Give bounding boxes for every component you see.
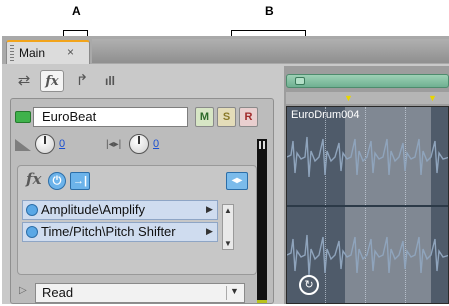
mute-button[interactable]: M (195, 107, 214, 127)
effect-slot-2[interactable]: Time/Pitch\Pitch Shifter ▶ (22, 222, 218, 242)
effect-slot-1[interactable]: Amplitude\Amplify ▶ (22, 200, 218, 220)
pan-value[interactable]: 0 (153, 138, 159, 150)
eq-icon[interactable]: ıll (98, 70, 122, 92)
effects-rack-label: fx (26, 170, 42, 188)
track-color-icon (15, 111, 31, 123)
mixer-window: Main × ⇄ fx ↱ ıll EuroBeat M S R 0 |◂▸| … (2, 36, 449, 304)
slot-power-icon[interactable] (26, 204, 38, 216)
record-arm-button[interactable]: R (239, 107, 258, 127)
scroll-up-icon[interactable]: ▲ (224, 206, 232, 215)
callout-b-label: B (265, 4, 274, 18)
waveform-top (287, 136, 448, 178)
chevron-right-icon[interactable]: ▶ (206, 226, 213, 237)
automation-row: ▷ Read ▼ (11, 283, 256, 305)
tab-grip-icon[interactable] (10, 45, 14, 61)
track-lane[interactable]: EuroDrum004 ↻ (286, 106, 449, 304)
rack-power-icon[interactable]: ⏻ (48, 172, 66, 190)
expand-triangle-icon[interactable]: ▷ (19, 285, 27, 296)
solo-button[interactable]: S (217, 107, 236, 127)
effect-slot-1-label: Amplitude\Amplify (41, 202, 146, 217)
volume-pan-row: 0 |◂▸| 0 (11, 133, 256, 157)
clip-name: EuroDrum004 (291, 109, 360, 121)
loop-start-marker[interactable]: ▼ (344, 93, 353, 103)
tab-strip-fill (92, 39, 449, 63)
volume-icon (15, 139, 31, 151)
effect-slot-2-label: Time/Pitch\Pitch Shifter (41, 224, 176, 239)
loop-end-marker[interactable]: ▼ (428, 93, 437, 103)
send-icon[interactable]: ↱ (70, 70, 94, 92)
tab-main[interactable]: Main × (6, 40, 90, 64)
rack-meter-icon[interactable]: ◂▸ (226, 172, 248, 190)
callout-a-label: A (72, 4, 81, 18)
tab-main-label: Main (19, 46, 46, 60)
meter-floor (257, 300, 267, 303)
fx-toggle-button[interactable]: fx (40, 70, 64, 92)
zoom-navigator-handle[interactable] (295, 77, 305, 85)
volume-value[interactable]: 0 (59, 138, 65, 150)
meter-peak-indicator (259, 141, 265, 149)
loop-clip-icon[interactable]: ↻ (299, 275, 319, 295)
pan-icon: |◂▸| (106, 139, 122, 150)
track-controls-toolbar: ⇄ fx ↱ ıll (10, 66, 272, 96)
scroll-down-icon[interactable]: ▼ (224, 239, 232, 248)
pan-knob[interactable] (129, 134, 149, 154)
automation-mode-value: Read (42, 285, 74, 300)
close-icon[interactable]: × (67, 45, 74, 59)
pre-fader-icon[interactable]: →| (70, 172, 90, 190)
chevron-down-icon[interactable]: ▼ (226, 286, 242, 300)
channel-divider (287, 205, 448, 207)
io-arrows-icon[interactable]: ⇄ (12, 70, 36, 92)
track-header: EuroBeat M S R 0 |◂▸| 0 fx ⏻ →| ◂▸ Ampli… (10, 98, 274, 304)
level-meter (257, 139, 267, 303)
effects-scrollbar[interactable]: ▲ ▼ (222, 204, 234, 250)
chevron-right-icon[interactable]: ▶ (206, 204, 213, 215)
volume-knob[interactable] (35, 134, 55, 154)
zoom-navigator[interactable] (286, 74, 449, 88)
effects-rack: fx ⏻ →| ◂▸ Amplitude\Amplify ▶ Time/Pitc… (17, 165, 257, 275)
timeline-ruler[interactable] (286, 92, 449, 104)
editor-panel: ▼ ▼ EuroDrum004 ↻ (284, 66, 449, 304)
slot-power-icon[interactable] (26, 226, 38, 238)
track-name-field[interactable]: EuroBeat (33, 107, 188, 127)
automation-mode-select[interactable]: Read ▼ (35, 283, 245, 303)
